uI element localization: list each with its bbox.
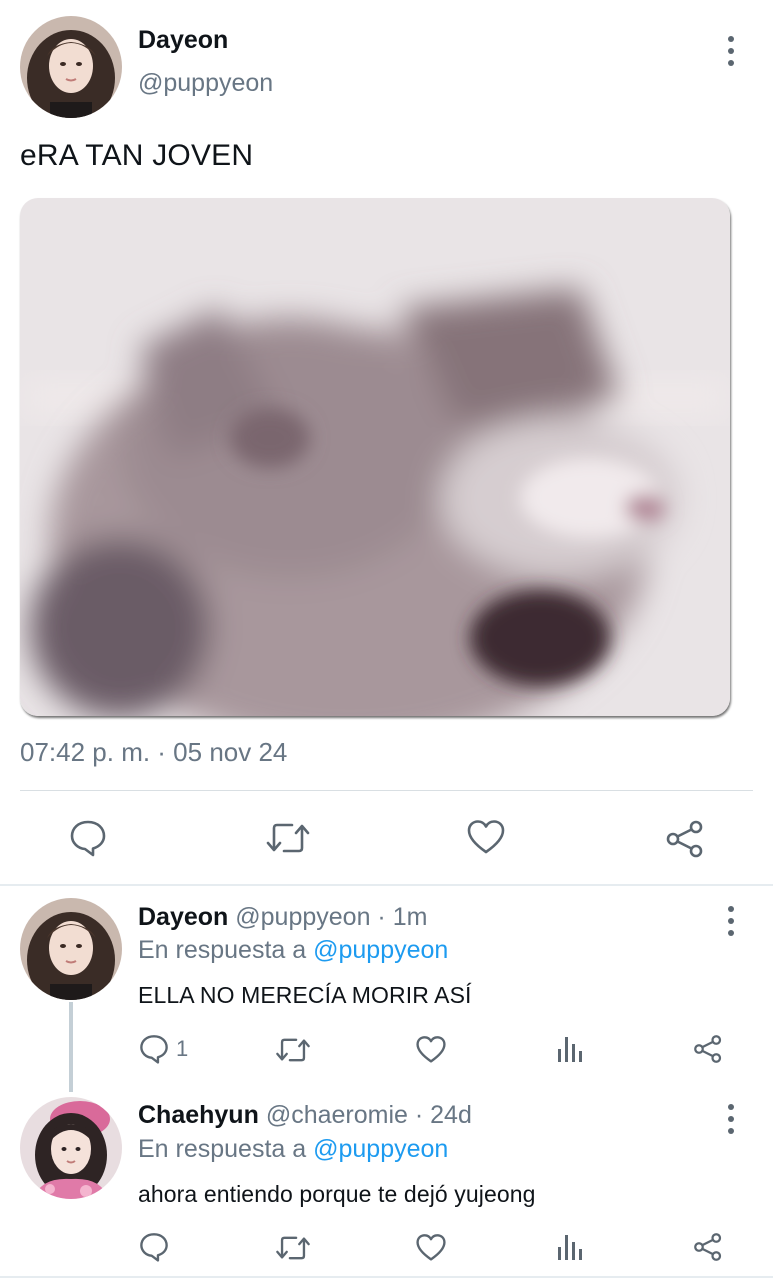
author-name[interactable]: Dayeon: [138, 903, 228, 931]
avatar-image: [20, 898, 122, 1000]
main-tweet: Dayeon @puppyeon eRA TAN JOVEN 07:42 p. …: [0, 0, 773, 886]
avatar[interactable]: [20, 898, 122, 1000]
reply-count: 1: [176, 1036, 189, 1061]
in-reply-prefix: En respuesta a: [138, 1135, 314, 1163]
in-reply-to: En respuesta a @puppyeon: [138, 1135, 448, 1164]
blurred-cat-photo-icon: [20, 198, 730, 716]
retweet-icon[interactable]: [265, 819, 311, 857]
tweet-timestamp: 07:42 p. m. · 05 nov 24: [20, 737, 288, 767]
reply-text: ahora entiendo porque te dejó yujeong: [138, 1181, 536, 1207]
reply-meta: Dayeon @puppyeon · 1m: [138, 903, 427, 932]
avatar[interactable]: [20, 16, 122, 118]
share-icon[interactable]: [693, 1034, 723, 1064]
like-icon[interactable]: [416, 1233, 446, 1262]
in-reply-prefix: En respuesta a: [138, 936, 314, 964]
author-handle[interactable]: @puppyeon: [138, 69, 273, 98]
retweet-icon[interactable]: [275, 1035, 311, 1065]
divider: [0, 1276, 773, 1278]
avatar[interactable]: [20, 1097, 122, 1199]
more-options-icon[interactable]: [725, 906, 737, 936]
reply-time: · 24d: [407, 1101, 472, 1129]
tweet-media-image[interactable]: [20, 198, 730, 716]
author-name[interactable]: Dayeon: [138, 26, 228, 55]
more-options-icon[interactable]: [725, 36, 737, 66]
retweet-icon[interactable]: [275, 1233, 311, 1263]
author-handle[interactable]: @chaeromie: [266, 1101, 408, 1129]
in-reply-to-link[interactable]: @puppyeon: [313, 936, 448, 964]
in-reply-to-link[interactable]: @puppyeon: [313, 1135, 448, 1163]
share-icon[interactable]: [665, 819, 705, 859]
reply-icon[interactable]: [139, 1034, 169, 1064]
divider: [20, 790, 753, 791]
author-name[interactable]: Chaehyun: [138, 1101, 259, 1129]
reply-tweet[interactable]: Chaehyun @chaeromie · 24d En respuesta a…: [0, 1086, 773, 1276]
reply-icon[interactable]: [69, 819, 107, 857]
like-icon[interactable]: [467, 819, 505, 855]
thread-line: [69, 1002, 73, 1092]
analytics-icon[interactable]: [557, 1233, 583, 1261]
share-icon[interactable]: [693, 1232, 723, 1262]
avatar-image: [20, 16, 122, 118]
author-handle[interactable]: @puppyeon: [235, 903, 370, 931]
tweet-text: eRA TAN JOVEN: [20, 139, 254, 172]
reply-time: · 1m: [370, 903, 428, 931]
reply-icon[interactable]: [139, 1232, 169, 1262]
like-icon[interactable]: [416, 1035, 446, 1064]
analytics-icon[interactable]: [557, 1035, 583, 1063]
reply-tweet[interactable]: Dayeon @puppyeon · 1m En respuesta a @pu…: [0, 886, 773, 1092]
avatar-image: [20, 1097, 122, 1199]
more-options-icon[interactable]: [725, 1104, 737, 1134]
reply-meta: Chaehyun @chaeromie · 24d: [138, 1101, 472, 1130]
reply-text: ELLA NO MERECÍA MORIR ASÍ: [138, 982, 472, 1008]
in-reply-to: En respuesta a @puppyeon: [138, 936, 448, 965]
